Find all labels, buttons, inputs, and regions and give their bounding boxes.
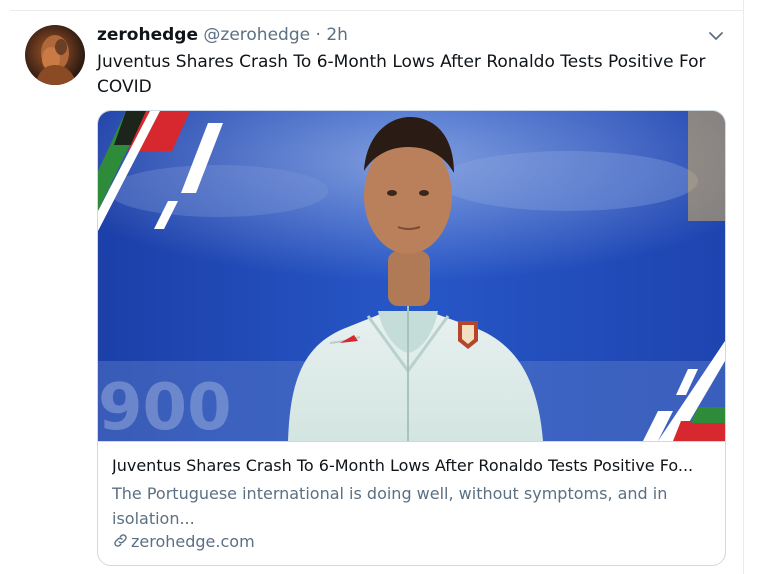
card-title[interactable]: Juventus Shares Crash To 6-Month Lows Af… xyxy=(112,455,712,477)
card-image[interactable]: 900 xyxy=(98,111,725,445)
user-handle[interactable]: @zerohedge xyxy=(203,25,310,45)
card-description: The Portuguese international is doing we… xyxy=(112,484,668,528)
chevron-down-icon[interactable] xyxy=(706,26,726,46)
tweet-frame: zerohedge @zerohedge · 2h Juventus Share… xyxy=(0,0,758,574)
tweet-timestamp[interactable]: 2h xyxy=(326,25,348,45)
svg-text:900: 900 xyxy=(98,371,232,441)
profile-avatar[interactable] xyxy=(25,25,85,85)
card-divider xyxy=(98,441,725,442)
tweet-text: Juventus Shares Crash To 6-Month Lows Af… xyxy=(97,52,706,97)
link-icon xyxy=(112,532,129,549)
display-name[interactable]: zerohedge xyxy=(97,25,198,45)
card-domain: zerohedge.com xyxy=(131,532,255,551)
timeline-border xyxy=(743,0,744,574)
link-card[interactable]: 900 Juventus Shares Crash To 6-Month Low… xyxy=(97,110,726,566)
card-domain-link[interactable]: zerohedge.com xyxy=(112,531,255,553)
tweet-header: zerohedge @zerohedge · 2h xyxy=(97,24,348,46)
header-separator: · xyxy=(315,25,321,45)
top-divider xyxy=(10,10,744,11)
